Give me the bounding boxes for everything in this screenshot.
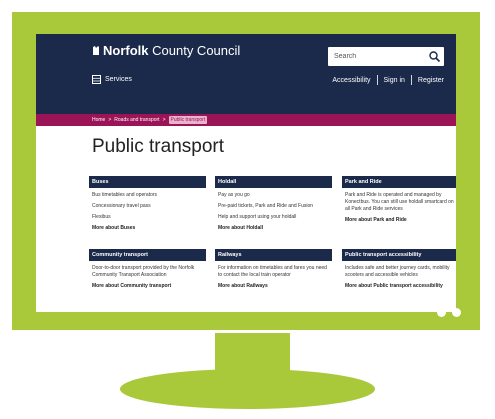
card-body: For information on timetables and fares …	[215, 261, 332, 290]
breadcrumb-home[interactable]: Home	[92, 117, 105, 123]
card-link[interactable]: Flexibus	[92, 214, 203, 221]
card-title[interactable]: Community transport	[89, 249, 206, 261]
card-title[interactable]: Public transport accessibility	[342, 249, 456, 261]
monitor-indicator-dot	[437, 308, 446, 317]
card-railways: Railways For information on timetables a…	[215, 249, 332, 290]
card-link[interactable]: Pay as you go	[218, 192, 329, 199]
card-title[interactable]: Holdall	[215, 176, 332, 188]
more-link[interactable]: More about Holdall	[218, 225, 329, 232]
card-body: Pay as you go Pre-paid tickets, Park and…	[215, 188, 332, 232]
card-community-transport: Community transport Door-to-door transpo…	[89, 249, 206, 290]
search-icon[interactable]	[428, 50, 441, 63]
user-links: Accessibility Sign in Register	[332, 75, 444, 85]
breadcrumb: Home > Roads and transport > Public tran…	[36, 114, 456, 126]
more-link[interactable]: More about Buses	[92, 225, 203, 232]
card-link[interactable]: Help and support using your holdall	[218, 214, 329, 221]
services-label: Services	[105, 76, 132, 83]
breadcrumb-roads[interactable]: Roads and transport	[114, 117, 159, 123]
card-body: Door-to-door transport provided by the N…	[89, 261, 206, 290]
card-accessibility: Public transport accessibility Includes …	[342, 249, 456, 290]
monitor-indicator-dot	[452, 308, 461, 317]
more-link[interactable]: More about Community transport	[92, 283, 203, 290]
more-link[interactable]: More about Railways	[218, 283, 329, 290]
accessibility-link[interactable]: Accessibility	[332, 77, 370, 84]
card-description: Door-to-door transport provided by the N…	[92, 265, 195, 278]
monitor-frame: Norfolk County Council Services	[12, 12, 480, 330]
breadcrumb-separator: >	[108, 117, 112, 123]
more-link[interactable]: More about Public transport accessibilit…	[345, 283, 456, 290]
card-link[interactable]: Concessionary travel pass	[92, 203, 203, 210]
logo-rest-text: County Council	[152, 43, 241, 58]
card-body: Includes safe and better journey cards, …	[342, 261, 456, 290]
breadcrumb-current: Public transport	[168, 116, 208, 124]
norfolk-logo-icon	[93, 46, 99, 55]
search-box	[328, 47, 444, 66]
card-buses: Buses Bus timetables and operators Conce…	[89, 176, 206, 232]
logo-bold-text: Norfolk	[103, 43, 149, 58]
card-holdall: Holdall Pay as you go Pre-paid tickets, …	[215, 176, 332, 232]
search-input[interactable]	[328, 47, 424, 66]
card-title[interactable]: Buses	[89, 176, 206, 188]
council-logo[interactable]: Norfolk County Council	[92, 43, 240, 58]
card-link[interactable]: Bus timetables and operators	[92, 192, 203, 199]
more-link[interactable]: More about Park and Ride	[345, 217, 456, 224]
breadcrumb-separator: >	[162, 117, 166, 123]
card-body: Bus timetables and operators Concessiona…	[89, 188, 206, 232]
monitor-stand-base	[120, 369, 375, 409]
link-divider	[376, 75, 378, 85]
card-title[interactable]: Railways	[215, 249, 332, 261]
card-description: For information on timetables and fares …	[218, 265, 327, 278]
services-menu[interactable]: Services	[92, 75, 132, 84]
card-park-and-ride: Park and Ride Park and Ride is operated …	[342, 176, 456, 224]
card-description: Includes safe and better journey cards, …	[345, 265, 450, 278]
sign-in-link[interactable]: Sign in	[384, 77, 405, 84]
services-grid-icon	[92, 75, 101, 84]
card-description: Park and Ride is operated and managed by…	[345, 192, 454, 212]
monitor-screen: Norfolk County Council Services	[36, 34, 456, 312]
link-divider	[410, 75, 412, 85]
card-link[interactable]: Pre-paid tickets, Park and Ride and Fusi…	[218, 203, 329, 210]
card-title[interactable]: Park and Ride	[342, 176, 456, 188]
card-body: Park and Ride is operated and managed by…	[342, 188, 456, 224]
register-link[interactable]: Register	[418, 77, 444, 84]
site-header: Norfolk County Council Services	[36, 34, 456, 114]
page-title: Public transport	[92, 136, 225, 157]
